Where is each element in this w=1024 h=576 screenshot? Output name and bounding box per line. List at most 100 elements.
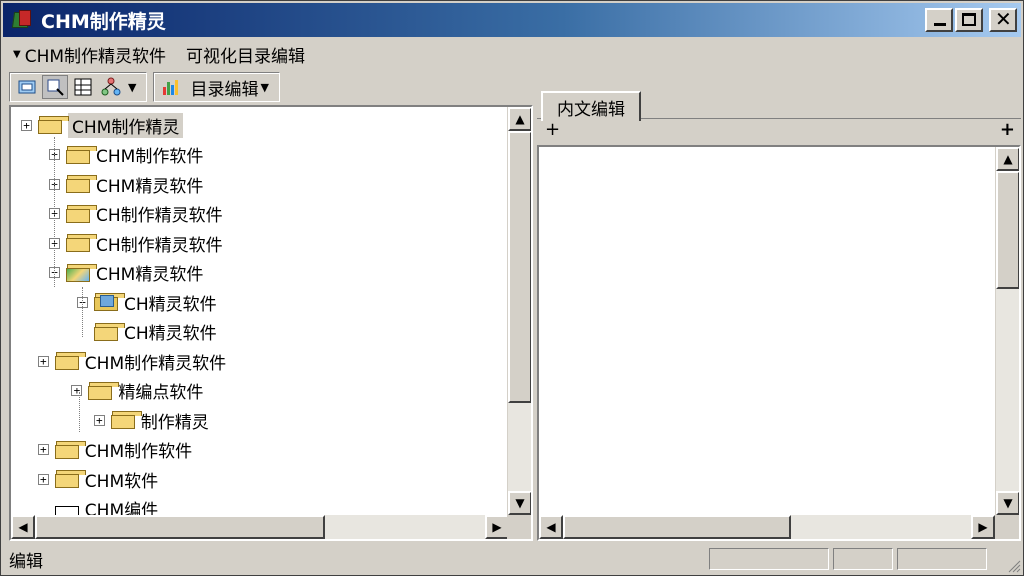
scroll-down-button[interactable]: ▼ [996, 491, 1019, 515]
maximize-button[interactable] [955, 8, 983, 32]
tree-connector [54, 137, 55, 287]
tree-node[interactable]: + 制作精灵 [93, 408, 209, 433]
tree-node[interactable]: CHM编件 [38, 497, 159, 515]
hierarchy-button[interactable] [98, 75, 124, 99]
expand-icon[interactable]: + [37, 355, 49, 367]
tree-node-label: CHM制作精灵 [68, 112, 184, 138]
tree-node-label: CHM精灵软件 [96, 176, 204, 197]
scroll-up-button[interactable]: ▲ [996, 147, 1019, 171]
tree-node[interactable]: + CHM精灵软件 [49, 172, 204, 197]
scroll-right-button[interactable]: ▶ [971, 515, 995, 539]
scrollbar-corner [995, 515, 1019, 539]
menu-bar: ▼ CHM制作精灵软件 可视化目录编辑 [3, 39, 1021, 69]
tree-connector [82, 287, 83, 337]
scroll-thumb[interactable] [35, 515, 325, 539]
tree-horizontal-scrollbar[interactable]: ◀ ▶ [11, 515, 509, 539]
status-text: 编辑 [9, 551, 43, 572]
scroll-thumb[interactable] [563, 515, 791, 539]
scroll-up-button[interactable]: ▲ [508, 107, 531, 131]
scroll-thumb[interactable] [996, 171, 1019, 289]
tree-node[interactable]: + CHM制作精灵 [21, 112, 184, 138]
expand-icon[interactable]: + [21, 119, 32, 131]
tree-node[interactable]: − CH精灵软件 [77, 290, 217, 315]
minimize-button[interactable] [925, 8, 953, 32]
scroll-down-button[interactable]: ▼ [508, 491, 531, 515]
tree-node[interactable]: + CHM制作软件 [37, 438, 193, 462]
menu-visual-toc[interactable]: 可视化目录编辑 [176, 42, 315, 67]
window-title: CHM制作精灵 [41, 10, 166, 33]
scroll-thumb[interactable] [508, 131, 531, 403]
folder-icon [38, 116, 69, 134]
hierarchy-dropdown-icon[interactable]: ▼ [128, 81, 136, 94]
status-cell [897, 548, 987, 570]
folder-icon [54, 470, 86, 488]
folder-icon [66, 263, 97, 282]
tree-node-label: CHM精灵软件 [96, 265, 204, 285]
tree-node-label: CHM制作精灵软件 [84, 353, 227, 374]
toolbar-group-view: ▼ [9, 72, 148, 102]
resize-grip-icon[interactable] [1003, 555, 1021, 573]
tree-node[interactable]: + 精编点软件 [71, 379, 203, 403]
maximize-icon [962, 13, 976, 26]
scroll-right-button[interactable]: ▶ [485, 515, 509, 539]
tree-node-label: CH精灵软件 [124, 324, 217, 344]
folder-icon [88, 381, 120, 400]
toc-tree-panel: + CHM制作精灵 + CHM制作软件 + CHM精灵软件 + CH制作精灵软件 + CH制作精灵… [9, 105, 533, 541]
expand-icon[interactable]: + [37, 473, 49, 485]
toolbar-group-toc[interactable]: 目录编辑 ▼ [153, 72, 280, 102]
grid-icon [74, 78, 92, 96]
menu-visual-toc-label: 可视化目录编辑 [186, 46, 306, 67]
title-bar[interactable]: CHM制作精灵 ✕ [3, 3, 1021, 37]
add-right-icon[interactable]: + [1000, 119, 1015, 140]
tree-node[interactable]: + CH制作精灵软件 [49, 231, 223, 256]
expand-icon[interactable]: + [37, 444, 49, 455]
close-button[interactable]: ✕ [989, 8, 1017, 32]
tree-node[interactable]: + CHM制作软件 [49, 143, 203, 167]
tree-node-label: CHM编件 [84, 501, 159, 515]
tab-content-edit-label: 内文编辑 [557, 99, 625, 120]
tree-node-label: 精编点软件 [118, 383, 204, 403]
add-left-icon[interactable]: + [545, 119, 560, 140]
folder-icon [54, 440, 86, 459]
tree-node-label: CHM制作软件 [84, 442, 193, 462]
content-panel: 内文编辑 + + ▲ ▼ ◀ ▶ [537, 89, 1021, 541]
tree-node-label: CHM制作软件 [96, 147, 204, 167]
search-button[interactable] [42, 75, 68, 99]
app-icon [11, 8, 35, 32]
folder-icon [66, 175, 97, 193]
editor-horizontal-scrollbar[interactable]: ◀ ▶ [539, 515, 995, 539]
tree-node[interactable]: CH精灵软件 [77, 320, 217, 344]
grid-button[interactable] [70, 75, 96, 99]
toolbar: ▼ 目录编辑 ▼ [9, 71, 286, 103]
scrollbar-corner [507, 515, 531, 539]
tree-view-icon [18, 80, 36, 94]
folder-icon [66, 234, 97, 252]
scroll-left-button[interactable]: ◀ [11, 515, 35, 539]
tree-vertical-scrollbar[interactable]: ▲ ▼ [507, 107, 531, 515]
folder-icon [66, 145, 97, 164]
tree-node[interactable]: − CHM精灵软件 [49, 261, 203, 285]
search-icon [47, 79, 64, 96]
tree-connector [79, 392, 80, 432]
toc-tree: + CHM制作精灵 + CHM制作软件 + CHM精灵软件 + CH制作精灵软件 + CH制作精灵… [11, 107, 509, 515]
tree-view-button[interactable] [14, 75, 40, 99]
expand-icon[interactable]: + [93, 414, 105, 426]
tab-content-edit[interactable]: 内文编辑 [541, 91, 641, 121]
expand-icon[interactable]: + [71, 385, 83, 396]
caret-down-icon: ▼ [13, 48, 21, 60]
menu-app[interactable]: ▼ CHM制作精灵软件 [3, 42, 176, 67]
menu-app-label: CHM制作精灵软件 [24, 46, 167, 67]
editor-vertical-scrollbar[interactable]: ▲ ▼ [995, 147, 1019, 515]
folder-icon [94, 293, 125, 311]
scroll-left-button[interactable]: ◀ [539, 515, 563, 539]
content-editor[interactable]: ▲ ▼ ◀ ▶ [537, 145, 1021, 541]
status-bar: 编辑 [3, 545, 1021, 573]
folder-icon [66, 204, 97, 223]
folder-icon [54, 352, 86, 370]
close-icon: ✕ [995, 7, 1012, 31]
tree-node[interactable]: + CHM软件 [37, 467, 158, 492]
toc-edit-dropdown-label: 目录编辑 [190, 79, 259, 100]
tab-strip: 内文编辑 [537, 89, 1021, 121]
tree-node[interactable]: + CHM制作精灵软件 [37, 349, 227, 374]
tree-node[interactable]: + CH制作精灵软件 [49, 202, 223, 226]
